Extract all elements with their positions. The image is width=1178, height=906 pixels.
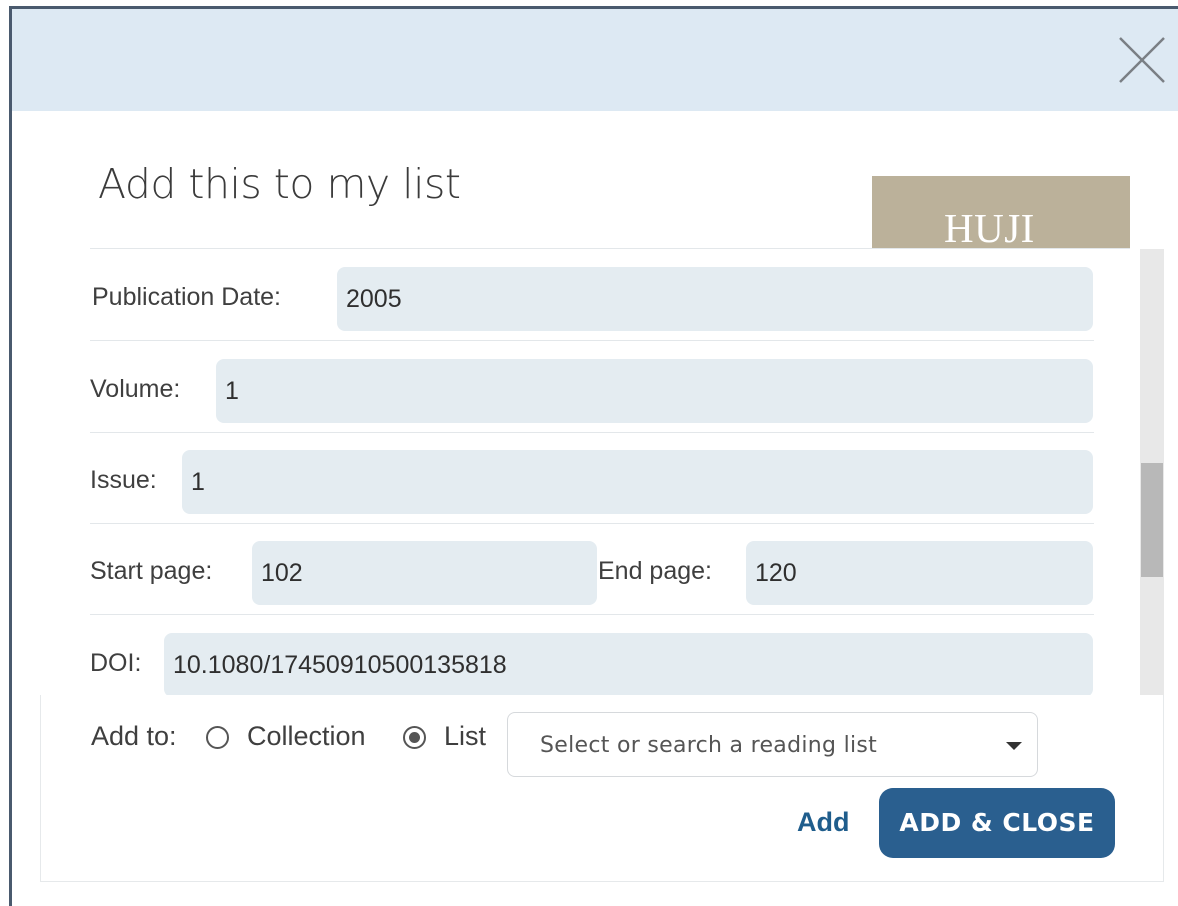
dialog-footer: Add to: Collection List Select or search… (40, 695, 1164, 882)
issue-row: Issue: 1 (90, 432, 1094, 524)
list-radio[interactable] (403, 726, 426, 749)
publication-date-label: Publication Date: (92, 283, 282, 311)
add-button[interactable]: Add (797, 807, 849, 838)
publication-date-field[interactable]: 2005 (337, 267, 1093, 331)
dialog-header (12, 9, 1178, 111)
add-to-label: Add to: (91, 721, 177, 751)
list-radio-label[interactable]: List (444, 721, 486, 752)
publication-date-row: Publication Date: 2005 (90, 249, 1094, 341)
doi-label: DOI: (90, 649, 142, 677)
caret-down-icon (1006, 742, 1022, 750)
pages-row: Start page: 102 End page: 120 (90, 523, 1094, 615)
close-button[interactable] (1116, 34, 1168, 86)
frame-border-left (9, 6, 12, 906)
scrollbar-thumb[interactable] (1141, 463, 1163, 577)
volume-label: Volume: (90, 375, 181, 403)
issue-label: Issue: (90, 466, 157, 494)
logo-text: HUJI (944, 205, 1035, 248)
dialog-title: Add this to my list (98, 160, 461, 208)
reading-list-select[interactable]: Select or search a reading list (507, 712, 1038, 777)
volume-row: Volume: 1 (90, 341, 1094, 433)
close-icon (1119, 37, 1165, 83)
volume-field[interactable]: 1 (216, 359, 1093, 423)
end-page-field[interactable]: 120 (746, 541, 1093, 605)
huji-logo: HUJI (872, 176, 1130, 248)
issue-field[interactable]: 1 (182, 450, 1093, 514)
doi-field[interactable]: 10.1080/17450910500135818 (164, 633, 1093, 697)
start-page-label: Start page: (90, 557, 213, 585)
collection-radio[interactable] (206, 726, 229, 749)
radio-selected-dot (409, 732, 420, 743)
doi-row: DOI: 10.1080/17450910500135818 (90, 615, 1094, 707)
reading-list-placeholder: Select or search a reading list (540, 733, 878, 758)
collection-radio-label[interactable]: Collection (247, 721, 366, 752)
start-page-field[interactable]: 102 (252, 541, 597, 605)
end-page-label: End page: (598, 557, 712, 585)
add-and-close-button[interactable]: ADD & CLOSE (879, 788, 1115, 858)
citation-form: Publication Date: 2005 Volume: 1 Issue: … (90, 249, 1140, 697)
